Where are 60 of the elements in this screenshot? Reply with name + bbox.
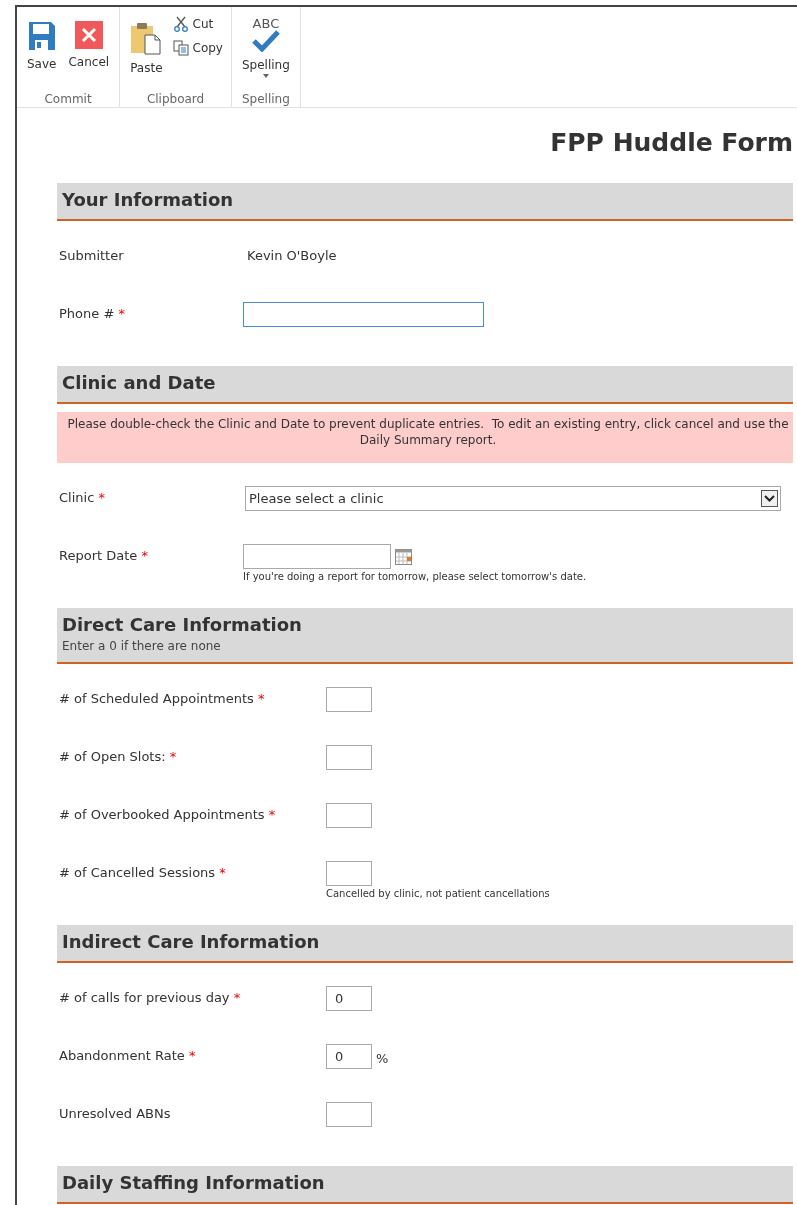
ribbon-button[interactable]: Save <box>23 13 61 71</box>
caret-icon <box>262 74 269 78</box>
field-label: # of Scheduled Appointments <box>59 691 254 706</box>
field-label: Unresolved ABNs <box>59 1106 171 1121</box>
section-title: Your Information <box>62 188 235 212</box>
field-label: Report Date <box>59 548 138 563</box>
required-mark: * <box>118 306 125 321</box>
input-field[interactable] <box>326 687 372 712</box>
field-label: # of calls for previous day <box>59 990 230 1005</box>
field-hint: Cancelled by clinic, not patient cancellations <box>326 887 550 901</box>
ribbon-button[interactable]: Copy <box>170 39 225 57</box>
submitter-name: Kevin O'Boyle <box>247 247 337 264</box>
field-label: # of Open Slots: <box>59 749 166 764</box>
field-label: Abandonment Rate <box>59 1048 185 1063</box>
section-title: Daily Staffing Information <box>62 1171 326 1195</box>
section-subtitle: Enter a 0 if there are none <box>62 638 222 654</box>
field-label: # of Overbooked Appointments <box>59 807 265 822</box>
group-label: Clipboard <box>145 91 206 107</box>
ribbon-button[interactable]: Cancel <box>64 13 114 69</box>
required-mark: * <box>98 490 105 505</box>
field-hint: If you're doing a report for tomorrow, please select tomorrow's date. <box>243 570 587 584</box>
required-mark: * <box>268 807 276 822</box>
input-field[interactable] <box>243 302 484 327</box>
calendar-icon[interactable] <box>395 548 412 565</box>
input-field[interactable] <box>326 803 372 828</box>
close-icon <box>74 21 103 49</box>
clipboard-icon <box>130 21 163 55</box>
icon-caption: ABC <box>252 17 280 30</box>
unit-label: % <box>376 1049 389 1068</box>
required-mark: * <box>233 990 241 1005</box>
scissors-icon <box>172 16 189 32</box>
copy-icon <box>172 40 189 56</box>
group-label: Commit <box>43 91 93 107</box>
field-label: Submitter <box>59 248 124 263</box>
ribbon-button[interactable]: Cut <box>170 15 225 33</box>
required-mark: * <box>141 548 148 563</box>
warning-notice: Please double-check the Clinic and Date to prevent duplicate entries. To edit an existing entry, click cancel and use the Daily Summary report. <box>57 412 793 463</box>
required-mark: * <box>188 1048 196 1063</box>
input-field[interactable] <box>326 745 372 770</box>
field-label: Clinic <box>59 490 95 505</box>
field-label: # of Cancelled Sessions <box>59 865 216 880</box>
required-mark: * <box>258 691 265 706</box>
section-title: Direct Care Information <box>62 613 303 637</box>
group-label: Spelling <box>240 91 291 107</box>
select-field[interactable]: Please select a clinic <box>245 486 781 511</box>
input-field[interactable]: 0 <box>326 1044 372 1069</box>
field-label: Phone # <box>59 306 115 321</box>
section-title: Indirect Care Information <box>62 930 321 954</box>
ribbon-button[interactable]: ABC Spelling <box>237 13 294 78</box>
input-field[interactable]: 0 <box>326 986 372 1011</box>
required-mark: * <box>169 749 177 764</box>
form-title: FPP Huddle Form <box>549 127 793 159</box>
input-field[interactable] <box>326 861 372 886</box>
required-mark: * <box>219 865 226 880</box>
date-field[interactable] <box>243 544 391 569</box>
ribbon-button[interactable]: Paste <box>126 13 167 75</box>
input-field[interactable] <box>326 1102 372 1127</box>
save-icon <box>27 21 56 51</box>
check-icon <box>251 30 280 52</box>
section-title: Clinic and Date <box>62 371 217 395</box>
